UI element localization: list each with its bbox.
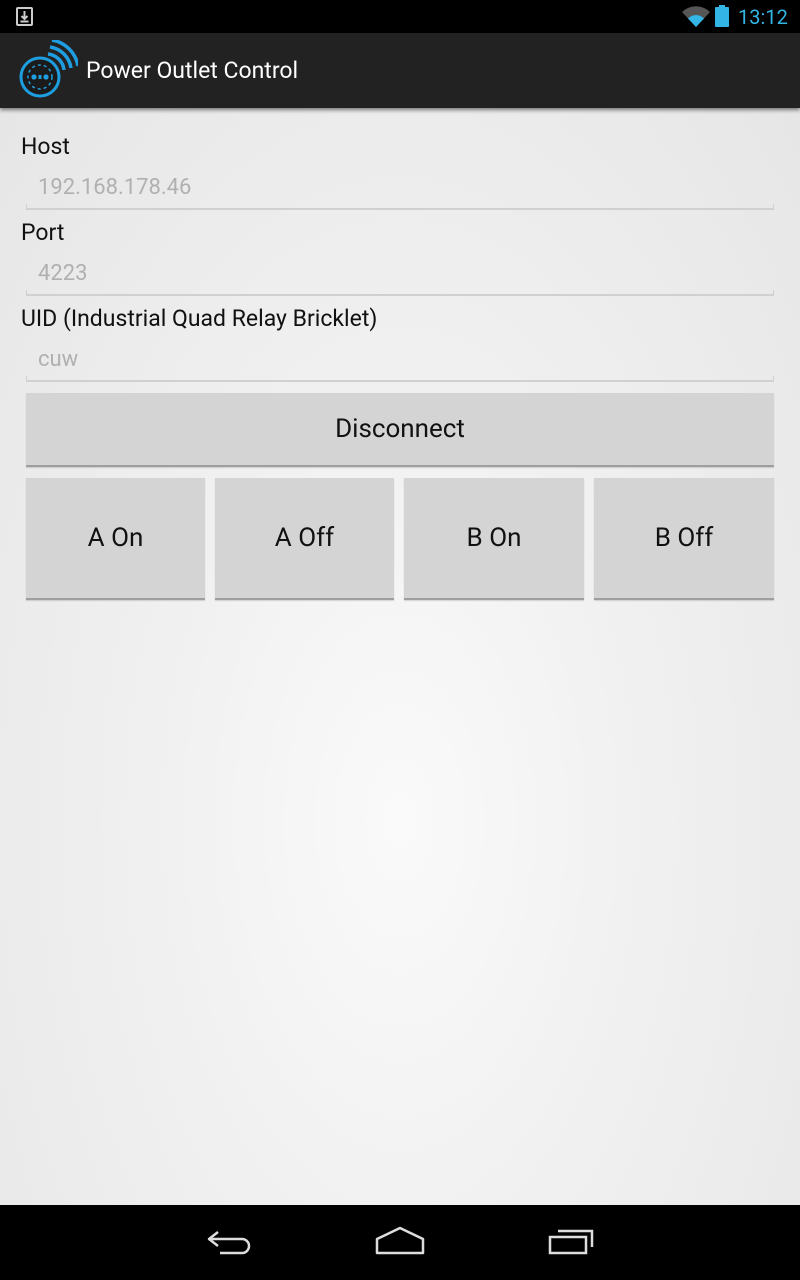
a-on-button[interactable]: A On <box>26 478 205 600</box>
host-label: Host <box>21 133 70 160</box>
home-icon[interactable] <box>374 1225 426 1257</box>
host-value: 192.168.178.46 <box>38 175 192 200</box>
b-off-button[interactable]: B Off <box>594 478 774 600</box>
uid-field[interactable]: cuw <box>26 342 774 382</box>
port-field-underline <box>26 294 774 296</box>
port-label: Port <box>21 219 65 246</box>
navigation-bar <box>0 1205 800 1280</box>
port-field-tick-right <box>773 290 774 296</box>
host-field-tick-right <box>773 204 774 210</box>
power-outlet-wifi-icon <box>19 40 78 98</box>
host-field-underline <box>26 208 774 210</box>
uid-field-underline <box>26 380 774 382</box>
a-off-button[interactable]: A Off <box>215 478 394 600</box>
uid-label: UID (Industrial Quad Relay Bricklet) <box>21 305 378 332</box>
clock: 13:12 <box>738 5 788 29</box>
host-field[interactable]: 192.168.178.46 <box>26 170 774 210</box>
app-title: Power Outlet Control <box>86 57 299 84</box>
uid-field-tick-right <box>773 376 774 382</box>
main-content: Host 192.168.178.46 Port 4223 UID (Indus… <box>0 108 800 1205</box>
action-bar: Power Outlet Control <box>0 33 800 108</box>
disconnect-button[interactable]: Disconnect <box>26 393 774 467</box>
b-on-button[interactable]: B On <box>404 478 584 600</box>
uid-value: cuw <box>38 347 79 372</box>
battery-icon <box>715 5 729 27</box>
back-icon[interactable] <box>204 1225 256 1257</box>
download-notification-icon <box>16 7 33 26</box>
recent-apps-icon[interactable] <box>546 1225 598 1257</box>
port-value: 4223 <box>38 261 88 286</box>
wifi-icon <box>682 6 710 28</box>
port-field[interactable]: 4223 <box>26 256 774 296</box>
uid-field-tick-left <box>26 376 27 382</box>
host-field-tick-left <box>26 204 27 210</box>
status-bar: 13:12 <box>0 0 800 33</box>
port-field-tick-left <box>26 290 27 296</box>
